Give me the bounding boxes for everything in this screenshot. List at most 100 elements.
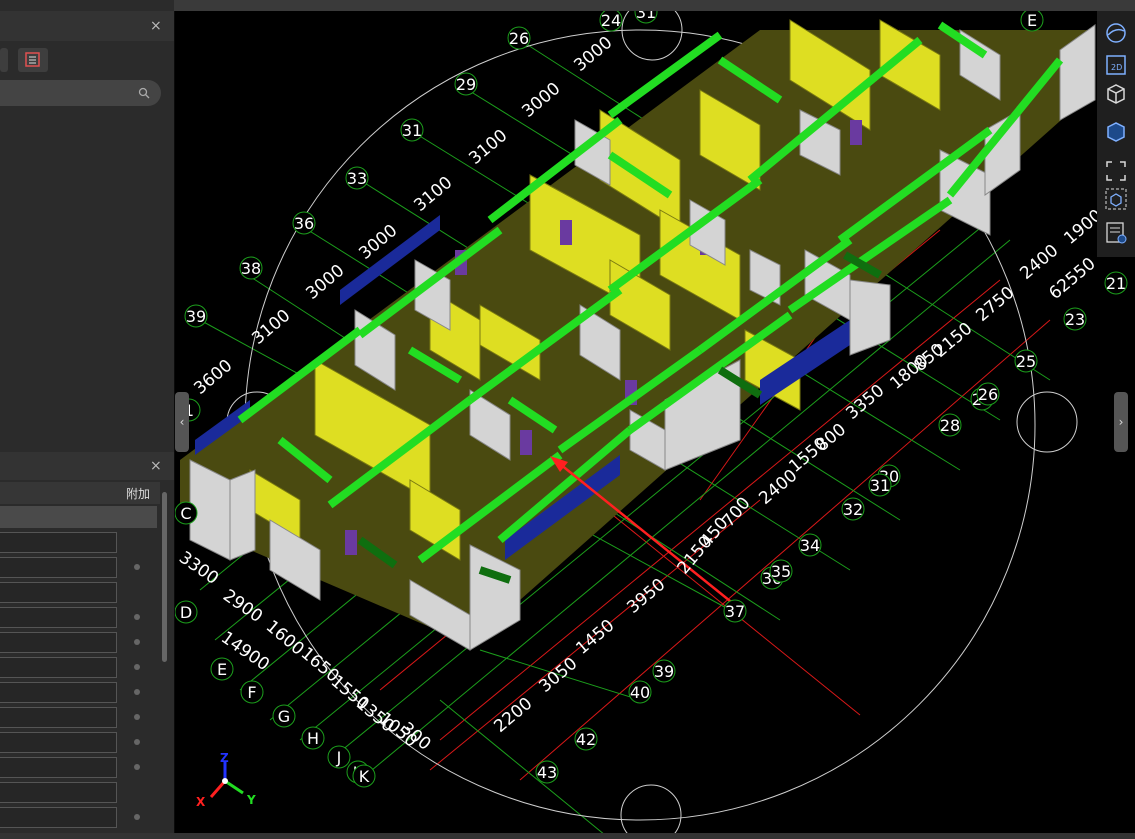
property-option-dot[interactable] [134,739,140,745]
grid-bubble-label: 31 [636,11,656,22]
collapse-left-panel-tab[interactable]: ‹ [175,392,189,452]
grid-bubble: G [272,704,296,728]
property-value-field[interactable] [0,632,117,653]
list-icon [25,52,40,67]
property-option-dot[interactable] [134,814,140,820]
property-option-dot[interactable] [134,564,140,570]
dimension-label: 3300 [175,548,222,589]
properties-group-row[interactable] [0,506,157,528]
dimension-label: 3350 [842,381,888,424]
grid-bubble-label: G [278,707,290,726]
property-value-field[interactable] [0,532,117,553]
property-option-dot[interactable] [134,664,140,670]
close-properties-button[interactable]: × [150,459,162,473]
column-header-extra: 附加 [125,487,150,501]
property-option-dot[interactable] [134,714,140,720]
dimension-label: 3100 [248,306,294,349]
grid-bubble-label: H [307,729,319,748]
3d-model-viewport[interactable]: 2431262931333638391CDEFGHJKK212325272628… [175,11,1135,837]
axis-z-label: Z [220,751,229,765]
toolbar-button-partial[interactable] [0,48,8,72]
dimension-label: 2200 [490,694,536,737]
property-option-dot[interactable] [134,639,140,645]
search-input[interactable] [0,80,161,106]
property-value-field[interactable] [0,582,117,603]
orbit-handle-right[interactable] [1016,391,1078,453]
grid-bubble-label: 36 [294,214,314,233]
expand-right-panel-tab[interactable]: › [1114,392,1128,452]
grid-bubble-label: K [359,767,370,786]
grid-bubble: 39 [652,659,676,683]
grid-bubble: 36 [292,211,316,235]
panel-header-top: × [0,11,174,41]
cube-select-icon[interactable] [1104,187,1128,211]
grid-bubble: H [301,726,325,750]
axis-triad: Z X Y [193,751,263,813]
grid-bubble: 38 [239,256,263,280]
grid-bubble: 43 [535,760,559,784]
orbit-handle-bottom[interactable] [620,784,682,837]
grid-bubble: 26 [507,26,531,50]
grid-bubble-label: 39 [654,662,674,681]
dimension-label: 3000 [570,33,616,76]
properties-scrollbar[interactable] [162,492,167,662]
dimension-label: 3100 [465,126,511,169]
grid-bubble: D [175,600,198,624]
property-value-field[interactable] [0,682,117,703]
properties-list-icon[interactable] [1104,221,1128,245]
dimension-label: 3000 [518,79,564,122]
grid-bubble-label: 35 [771,562,791,581]
grid-bubble-label: 38 [241,259,261,278]
grid-bubble-label: 40 [630,683,650,702]
grid-bubble: 37 [723,599,747,623]
axis-y-label: Y [247,793,256,807]
2d-label: 2D [1111,63,1122,72]
grid-bubble: 24 [599,11,623,32]
grid-bubble-label: 31 [870,476,890,495]
left-side-panel: × × 附加 [0,0,174,839]
property-value-field[interactable] [0,657,117,678]
grid-bubble: 29 [454,72,478,96]
grid-bubble-label: 37 [725,602,745,621]
grid-bubble: 40 [628,680,652,704]
grid-bubble-label: 26 [978,385,998,404]
grid-bubble-label: 29 [456,75,476,94]
search-icon [138,87,150,99]
grid-bubble: 23 [1063,307,1087,331]
property-option-dot[interactable] [134,764,140,770]
property-value-field[interactable] [0,757,117,778]
grid-bubble: 34 [798,533,822,557]
property-value-field[interactable] [0,557,117,578]
grid-bubble-label: 32 [843,500,863,519]
grid-bubble-label: 24 [601,11,621,30]
property-value-field[interactable] [0,607,117,628]
grid-bubble-label: 31 [402,121,422,140]
property-value-field[interactable] [0,782,117,803]
grid-bubble: 39 [184,304,208,328]
property-value-field[interactable] [0,807,117,828]
grid-bubble: 35 [769,559,793,583]
sphere-view-icon[interactable] [1104,21,1128,45]
grid-bubble-label: 25 [1016,352,1036,371]
grid-bubble-label: 43 [537,763,557,782]
property-value-field[interactable] [0,732,117,753]
grid-bubble: F [240,680,264,704]
close-panel-button[interactable]: × [150,19,162,33]
list-view-button[interactable] [18,48,48,72]
grid-bubble: 25 [1014,349,1038,373]
grid-bubble-label: 33 [347,169,367,188]
3d-box-icon[interactable] [1104,81,1128,105]
grid-bubble-label: 42 [576,730,596,749]
grid-bubble: E [1020,11,1044,32]
property-option-dot[interactable] [134,689,140,695]
grid-bubble-label: E [217,660,227,679]
3d-solid-icon[interactable] [1104,119,1128,143]
2d-view-icon[interactable]: 2D [1104,53,1128,77]
property-option-dot[interactable] [134,614,140,620]
building-model-canvas[interactable]: 2431262931333638391CDEFGHJKK212325272628… [175,11,1135,837]
grid-bubble-label: 26 [509,29,529,48]
fit-view-icon[interactable] [1104,159,1128,183]
grid-bubble-label: 39 [186,307,206,326]
property-value-field[interactable] [0,707,117,728]
grid-bubble: 31 [868,473,892,497]
